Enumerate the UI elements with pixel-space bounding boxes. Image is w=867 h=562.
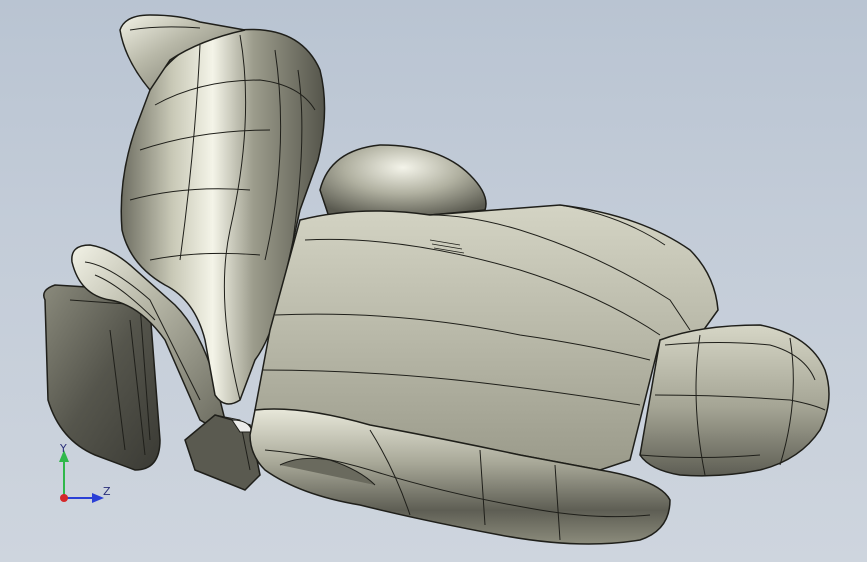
control-console[interactable] [184,414,261,491]
cad-model[interactable] [0,0,867,562]
graphics-viewport[interactable]: Y Z [0,0,867,562]
hip-bolster[interactable] [319,144,487,221]
leg-rest[interactable] [639,324,830,477]
axis-z-label: Z [103,485,111,498]
axis-y-label: Y [60,442,67,455]
coordinate-triad: Y Z [50,440,120,510]
